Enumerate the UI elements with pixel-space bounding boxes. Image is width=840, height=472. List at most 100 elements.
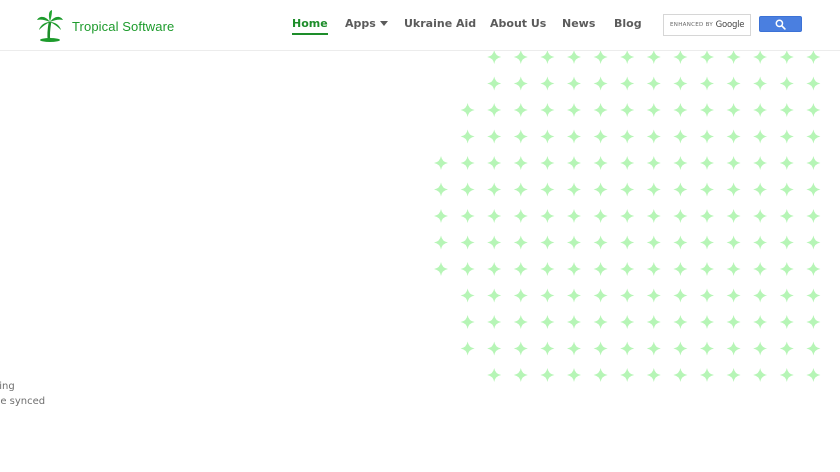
sparkle-mark (673, 50, 688, 64)
sparkle-mark (753, 262, 768, 276)
sparkle-mark (513, 156, 528, 170)
sparkle-mark (487, 76, 502, 91)
sparkle-mark (779, 315, 794, 329)
sparkle-mark (460, 262, 475, 276)
sparkle-mark (540, 315, 555, 329)
sparkle-mark (673, 341, 688, 356)
search-button[interactable] (759, 16, 802, 32)
sparkle-mark (567, 156, 581, 170)
search-icon (775, 19, 786, 30)
sparkle-mark (434, 209, 448, 223)
sparkle-mark (673, 209, 688, 223)
nav-apps-label: Apps (345, 17, 376, 30)
sparkle-mark (513, 315, 528, 329)
sparkle-mark (673, 368, 688, 382)
brand-link[interactable]: Tropical Software (36, 9, 174, 43)
sparkle-mark (513, 209, 528, 223)
sparkle-mark (487, 182, 502, 197)
sparkle-mark (593, 262, 608, 276)
sparkle-mark (646, 341, 661, 356)
sparkle-mark (646, 315, 661, 329)
sparkle-mark (593, 76, 608, 91)
sparkle-mark (460, 182, 475, 197)
sparkle-mark (779, 341, 794, 356)
nav-ukraine-aid[interactable]: Ukraine Aid (404, 17, 476, 30)
sparkle-mark (753, 288, 768, 303)
sparkle-mark (726, 235, 741, 250)
sparkle-mark (540, 182, 555, 197)
sparkle-mark (620, 368, 635, 382)
sparkle-mark (700, 76, 714, 91)
sparkle-mark (753, 235, 768, 250)
sparkle-mark (779, 235, 794, 250)
sparkle-mark (646, 368, 661, 382)
sparkle-mark (753, 76, 768, 91)
nav-home[interactable]: Home (292, 17, 328, 35)
sparkle-mark (487, 103, 502, 117)
sparkle-mark (646, 76, 661, 91)
sparkle-mark (700, 182, 714, 197)
sparkle-mark (460, 288, 475, 303)
palm-tree-icon (37, 10, 63, 42)
sparkle-mark (673, 262, 688, 276)
sparkle-mark (513, 76, 528, 91)
sparkle-mark (620, 341, 635, 356)
sparkle-mark (620, 262, 635, 276)
search-input[interactable] (664, 15, 748, 35)
sparkle-mark (753, 156, 768, 170)
sparkle-mark (593, 50, 608, 64)
sparkle-mark (779, 129, 794, 144)
sparkle-mark (567, 235, 581, 250)
sparkle-mark (593, 156, 608, 170)
sparkle-mark (434, 182, 448, 197)
sparkle-mark (593, 209, 608, 223)
sparkle-mark (726, 76, 741, 91)
sparkle-mark (460, 103, 475, 117)
sparkle-mark (540, 235, 555, 250)
sparkle-mark (806, 76, 821, 91)
sparkle-mark (726, 209, 741, 223)
sparkle-mark (593, 182, 608, 197)
nav-home-label: Home (292, 17, 328, 30)
sparkle-mark (753, 129, 768, 144)
sparkle-mark (567, 50, 581, 64)
sparkle-mark (700, 50, 714, 64)
sparkle-mark (700, 103, 714, 117)
sparkle-mark (726, 341, 741, 356)
sparkle-mark (620, 50, 635, 64)
nav-blog-label: Blog (614, 17, 642, 30)
green-sparkle-pattern (434, 50, 821, 382)
sparkle-mark (806, 156, 821, 170)
sparkle-mark (779, 288, 794, 303)
sparkle-mark (593, 103, 608, 117)
sparkle-mark (567, 341, 581, 356)
sparkle-mark (673, 129, 688, 144)
sparkle-mark (593, 315, 608, 329)
sparkle-mark (673, 288, 688, 303)
sparkle-mark (779, 50, 794, 64)
sparkle-mark (567, 76, 581, 91)
sparkle-mark (620, 129, 635, 144)
sparkle-mark (806, 315, 821, 329)
sparkle-mark (779, 182, 794, 197)
sparkle-mark (806, 209, 821, 223)
sparkle-mark (620, 209, 635, 223)
sparkle-mark (620, 288, 635, 303)
brand-name: Tropical Software (72, 18, 175, 34)
sparkle-mark (513, 129, 528, 144)
nav-news[interactable]: News (562, 17, 595, 30)
sparkle-mark (700, 262, 714, 276)
sparkle-mark (593, 288, 608, 303)
sparkle-mark (779, 209, 794, 223)
sparkle-mark (673, 235, 688, 250)
sparkle-mark (513, 341, 528, 356)
sparkle-mark (540, 76, 555, 91)
sparkle-mark (434, 156, 448, 170)
sparkle-mark (620, 315, 635, 329)
sparkle-mark (487, 288, 502, 303)
nav-about-us[interactable]: About Us (490, 17, 546, 30)
sparkle-mark (487, 341, 502, 356)
nav-apps[interactable]: Apps (345, 17, 388, 30)
nav-blog[interactable]: Blog (614, 17, 642, 30)
sparkle-mark (620, 156, 635, 170)
